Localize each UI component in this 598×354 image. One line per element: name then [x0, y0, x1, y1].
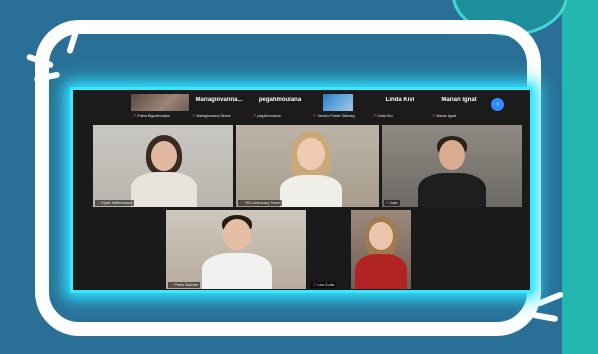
participant-name: Linda Kivi	[385, 97, 415, 103]
participant-label: ✗ Linda Kivi	[373, 113, 393, 119]
teal-background-strip	[562, 0, 598, 354]
participant-name: Mariagiovanna...	[195, 97, 243, 103]
strip-tile-pegahmoulana[interactable]: pegahmoulana ✗ pegahmoulana	[251, 94, 309, 118]
mic-muted-icon: ✗	[240, 200, 244, 205]
participant-label: ✗ Mariagiovanna Sirena	[192, 113, 231, 119]
participant-label: ✗ Elyse Hellemmant	[95, 200, 134, 206]
participant-label: ✗ YEU Advocacy Team	[238, 200, 282, 206]
strip-tile-marian[interactable]: Marian Ignat ✗ Marian Ignat	[430, 94, 488, 118]
video-tile-lea[interactable]	[351, 210, 411, 289]
mic-muted-icon: ✗	[97, 200, 101, 205]
participant-label: ✗ Marian Ignat	[432, 113, 456, 119]
strip-tile-mariagiovanna[interactable]: Mariagiovanna... ✗ Mariagiovanna Sirena	[190, 94, 248, 118]
mic-muted-icon: ✗	[373, 113, 377, 118]
participant-strip: ✗ Polina Bigouteuclaire Mariagiovanna... …	[73, 90, 530, 122]
video-tile-elyse[interactable]: ✗ Elyse Hellemmant	[93, 125, 233, 207]
video-call-window: ✗ Polina Bigouteuclaire Mariagiovanna... …	[70, 87, 533, 293]
video-tile-lea-cudic[interactable]: ✗ Lea Cudic	[309, 210, 349, 289]
video-tile-pietro[interactable]: ✗ Pietro Botcher	[166, 210, 306, 289]
strip-tile-linda[interactable]: Linda Kivi ✗ Linda Kivi	[371, 94, 429, 118]
mic-muted-icon: ✗	[133, 113, 137, 118]
mic-muted-icon: ✗	[386, 200, 390, 205]
mic-muted-icon: ✗	[313, 113, 317, 118]
mic-muted-icon: ✗	[170, 282, 174, 287]
mic-muted-icon: ✗	[192, 113, 196, 118]
strip-tile-polina[interactable]: ✗ Polina Bigouteuclaire	[131, 94, 189, 118]
participant-screen-thumb	[323, 94, 353, 111]
participant-label: ✗ Ivan	[384, 200, 400, 206]
participant-label: ✗ Lea Cudic	[311, 282, 337, 288]
video-tile-ivan[interactable]: ✗ Ivan	[382, 125, 522, 207]
strip-tile-screen[interactable]: ✗ Yavolvo Pahler Ofamary	[311, 94, 369, 118]
participant-label: ✗ Polina Bigouteuclaire	[133, 113, 171, 119]
video-tile-yeu-advocacy[interactable]: ✗ YEU Advocacy Team	[236, 125, 379, 207]
mic-muted-icon: ✗	[313, 282, 317, 287]
participant-name: pegahmoulana	[258, 97, 302, 103]
participant-name: Marian Ignat	[441, 97, 477, 103]
next-page-arrow-icon[interactable]: ›	[491, 98, 504, 111]
spark-decoration	[531, 311, 559, 323]
mic-muted-icon: ✗	[432, 113, 436, 118]
participant-label: ✗ pegahmoulana	[253, 113, 281, 119]
participant-label: ✗ Pietro Botcher	[168, 282, 201, 288]
participant-video-thumb	[131, 94, 189, 111]
mic-muted-icon: ✗	[253, 113, 257, 118]
participant-label: ✗ Yavolvo Pahler Ofamary	[313, 113, 356, 119]
